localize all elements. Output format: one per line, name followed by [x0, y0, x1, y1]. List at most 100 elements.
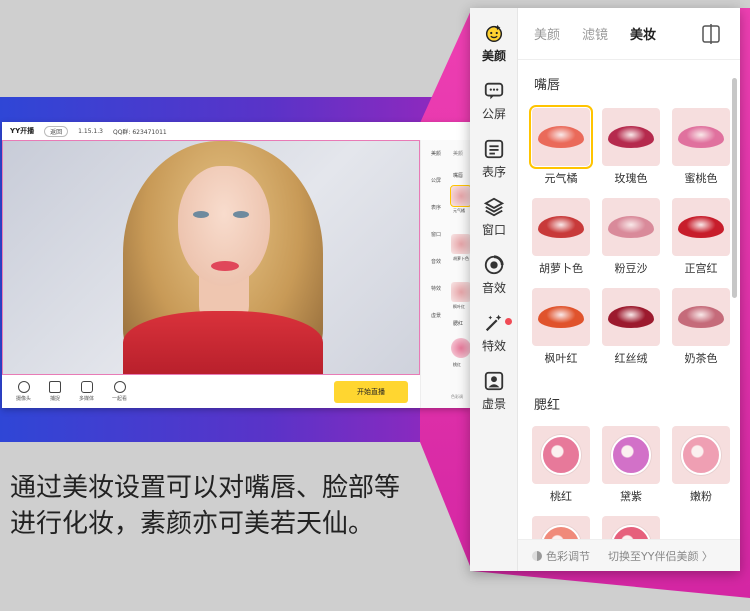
blush-icon	[611, 435, 651, 475]
lip-swatch[interactable]: 玫瑰色	[602, 108, 660, 186]
lip-swatch-image	[529, 105, 593, 169]
media-tool[interactable]: 多媒体	[79, 381, 94, 402]
rail-item-beauty[interactable]: 美颜	[470, 14, 518, 72]
preview-lip-swatch[interactable]	[450, 185, 472, 207]
lip-swatch-image	[602, 198, 660, 256]
preview-side-label[interactable]: 公屏	[425, 167, 447, 194]
lip-swatch[interactable]: 蜜桃色	[672, 108, 730, 186]
blush-swatch[interactable]: 桃红	[532, 426, 590, 504]
virtual-background-icon	[484, 371, 504, 391]
play-icon	[80, 381, 93, 393]
blush-swatch-label: 黛紫	[620, 490, 642, 503]
chat-screen-icon	[484, 82, 504, 100]
capture-tool[interactable]: 捕捉	[49, 381, 62, 402]
preview-toolbar: 摄像头 捕捉 多媒体 一起看 开始直播	[2, 375, 420, 408]
lips-icon	[538, 306, 584, 328]
rail-item-order[interactable]: 表序	[470, 130, 518, 188]
rail-label: 公屏	[481, 107, 506, 121]
lips-icon	[678, 126, 724, 148]
version-text: 1.15.1.3	[78, 127, 103, 135]
lip-swatch-label: 蜜桃色	[684, 172, 718, 185]
lip-swatch-label: 奶茶色	[684, 352, 718, 365]
start-live-button[interactable]: 开始直播	[334, 381, 408, 403]
preview-blush-swatch[interactable]	[451, 338, 471, 358]
makeup-panel: 美颜 公屏 表序 窗口 音效 特效 虚景 美颜 滤镜 美妆 嘴唇 元气橘 玫瑰色…	[470, 8, 740, 571]
tab-makeup[interactable]: 美妆	[630, 24, 656, 43]
back-button[interactable]: 返回	[44, 125, 69, 137]
lips-icon	[608, 126, 654, 148]
lips-icon	[608, 306, 654, 328]
lips-shape	[211, 261, 239, 271]
blush-swatch[interactable]: 嫩粉	[672, 426, 730, 504]
camera-preview	[2, 140, 420, 375]
color-wheel-icon	[532, 550, 542, 561]
preview-lip-swatch[interactable]	[451, 282, 471, 302]
preview-side-label[interactable]: 表序	[425, 194, 447, 221]
lip-swatch-label: 枫叶红	[544, 352, 578, 365]
magic-wand-icon	[485, 314, 502, 332]
lip-swatch[interactable]: 红丝绒	[602, 288, 660, 366]
preview-side-label[interactable]: 窗口	[425, 221, 447, 248]
lip-swatch[interactable]: 元气橘	[529, 105, 593, 186]
preview-side-label[interactable]: 音效	[425, 248, 447, 275]
makeup-tabs: 美颜 滤镜 美妆	[518, 8, 740, 60]
tab-beauty[interactable]: 美颜	[534, 24, 560, 43]
lip-swatch[interactable]: 正宫红	[672, 198, 730, 276]
beauty-face-icon	[485, 24, 503, 42]
blush-swatch-image	[602, 426, 660, 484]
tab-filter[interactable]: 滤镜	[582, 24, 608, 43]
preview-lip-swatch[interactable]	[451, 234, 471, 254]
blush-swatch[interactable]: 黛紫	[602, 426, 660, 504]
lip-swatch-label: 粉豆沙	[614, 262, 648, 275]
lip-swatch[interactable]: 粉豆沙	[602, 198, 660, 276]
panel-footer: 色彩调节 切换至YY伴侣美颜 〉	[518, 539, 740, 571]
switch-partner-beauty-link[interactable]: 切换至YY伴侣美颜 〉	[608, 548, 713, 564]
lip-swatch-label: 元气橘	[544, 172, 578, 185]
window-layers-icon	[483, 197, 505, 217]
lips-icon	[678, 216, 724, 238]
compare-icon[interactable]	[702, 24, 720, 44]
rail-item-window[interactable]: 窗口	[470, 188, 518, 246]
preview-blush-label: 桃红	[453, 362, 461, 367]
blush-icon	[681, 435, 721, 475]
watch-together-tool[interactable]: 一起看	[112, 381, 127, 402]
dress-shape	[123, 311, 323, 374]
side-rail: 美颜 公屏 表序 窗口 音效 特效 虚景	[470, 8, 518, 571]
lip-swatch-label: 红丝绒	[614, 352, 648, 365]
preview-swatch-label: 胡萝卜色	[453, 256, 469, 261]
rail-item-effects[interactable]: 特效	[470, 304, 518, 362]
blush-swatch-image	[672, 426, 730, 484]
caption: 通过美妆设置可以对嘴唇、脸部等 进行化妆，素颜亦可美若天仙。	[10, 470, 400, 542]
rail-label: 表序	[481, 165, 506, 179]
preview-side-label[interactable]: 美颜	[425, 140, 447, 167]
rail-item-chat[interactable]: 公屏	[470, 72, 518, 130]
scrollbar[interactable]	[732, 78, 737, 298]
list-order-icon	[484, 139, 504, 159]
sound-effect-icon	[484, 255, 504, 275]
preview-side-label[interactable]: 虚景	[425, 302, 447, 329]
lips-icon	[538, 126, 584, 148]
right-eye	[233, 211, 249, 218]
lip-swatch[interactable]: 胡萝卜色	[532, 198, 590, 276]
preview-title-bar: YY开播 返回 1.15.1.3 QQ群: 623471011	[2, 122, 470, 140]
rail-label: 特效	[481, 339, 506, 353]
rail-item-virtual[interactable]: 虚景	[470, 362, 518, 420]
blush-swatch-label: 嫩粉	[690, 490, 712, 503]
preview-side-panel: 美颜 公屏 表序 窗口 音效 特效 虚景 美颜 嘴唇 元气橘 胡萝卜色 枫叶红 …	[420, 140, 472, 408]
lip-swatch[interactable]: 奶茶色	[672, 288, 730, 366]
lips-icon	[678, 306, 724, 328]
camera-tool[interactable]: 摄像头	[16, 381, 31, 402]
watch-icon	[113, 381, 126, 393]
rail-label: 虚景	[481, 397, 506, 411]
lip-swatch[interactable]: 枫叶红	[532, 288, 590, 366]
preview-side-label[interactable]: 特效	[425, 275, 447, 302]
rail-item-sound[interactable]: 音效	[470, 246, 518, 304]
color-adjust-button[interactable]: 色彩调节	[532, 548, 590, 564]
blush-swatch-label: 桃红	[550, 490, 572, 503]
preview-tab: 美颜	[453, 151, 464, 157]
lip-swatch-label: 胡萝卜色	[539, 262, 583, 275]
preview-color-adjust[interactable]: 色彩调	[451, 394, 463, 400]
app-preview-window: YY开播 返回 1.15.1.3 QQ群: 623471011 摄像头 捕捉 多…	[2, 122, 472, 408]
lip-swatch-label: 正宫红	[684, 262, 718, 275]
lip-swatch-label: 玫瑰色	[614, 172, 648, 185]
